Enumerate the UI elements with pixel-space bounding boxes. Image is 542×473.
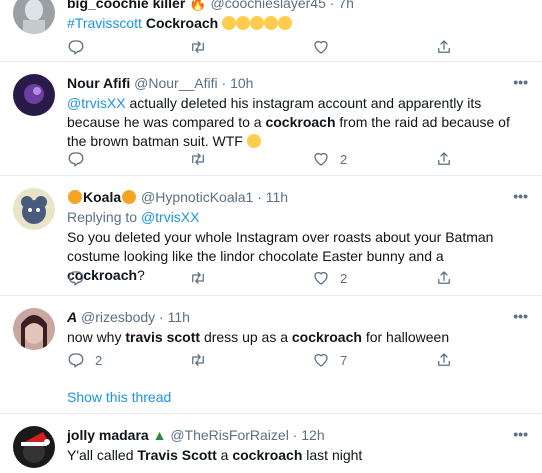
crying-emoji-icon [278,16,293,30]
crying-emoji-icon [250,16,265,30]
timestamp[interactable]: 11h [168,309,190,325]
reply-icon [67,269,85,287]
keyword: cockroach [265,114,336,130]
like-icon [312,38,330,56]
tweet[interactable]: big_coochie killer 🔥 @coochieslayer45 · … [0,0,542,62]
crying-emoji-icon [222,16,237,30]
display-name[interactable]: A [67,309,77,325]
share-icon [435,38,453,56]
crying-emoji-icon [264,16,279,30]
share-icon [435,269,453,287]
like-icon [312,269,330,287]
share-button[interactable] [435,37,453,57]
mention-link[interactable]: @trvisXX [67,95,126,111]
handle[interactable]: @coochieslayer45 [210,0,325,11]
koala-emoji-icon [68,190,82,204]
avatar[interactable] [13,426,55,468]
share-icon [435,351,453,369]
reply-button[interactable] [67,268,85,288]
text-segment: Y'all called [67,447,138,463]
like-button[interactable]: 2 [312,268,347,288]
share-button[interactable] [435,350,453,370]
timestamp[interactable]: 7h [338,0,354,11]
separator: · [257,189,262,205]
reply-button[interactable] [67,37,85,57]
reply-count: 2 [95,352,103,368]
tweet-text: now why travis scott dress up as a cockr… [67,328,524,347]
like-icon [312,150,330,168]
keyword: travis scott [125,329,201,345]
avatar[interactable] [13,0,55,34]
like-icon [312,351,330,369]
replying-to-label: Replying to [67,209,141,225]
like-count: 2 [340,270,348,286]
retweet-button[interactable] [189,149,207,169]
fire-emoji-icon: 🔥 [189,0,207,11]
avatar[interactable] [13,308,55,350]
handle[interactable]: @Nour__Afifi [134,75,217,91]
reply-icon [67,150,85,168]
reply-icon [67,351,85,369]
avatar[interactable] [13,74,55,116]
display-name[interactable]: big_coochie killer [67,0,185,11]
like-button[interactable]: 7 [312,350,347,370]
retweet-button[interactable] [189,350,207,370]
separator: · [292,427,298,443]
keyword: cockroach [232,447,303,463]
tweet[interactable]: ••• jolly madara ▲ @TheRisForRaizel · 12… [0,414,542,473]
handle[interactable]: @HypnoticKoala1 [141,189,253,205]
separator: · [221,75,227,91]
separator: · [329,0,335,11]
keyword: cockroach [291,329,362,345]
christmas-tree-icon: ▲ [152,427,167,443]
display-name[interactable]: Nour Afifi [67,75,130,91]
replying-to: Replying to @trvisXX [67,208,524,227]
tweet-text: Y'all called Travis Scott a cockroach la… [67,446,524,465]
tweet-text: @trvisXX actually deleted his instagram … [67,94,524,151]
keyword: Cockroach [145,15,219,31]
share-icon [435,150,453,168]
retweet-button[interactable] [189,37,207,57]
avatar[interactable] [13,188,55,230]
handle[interactable]: @TheRisForRaizel [170,427,288,443]
mention-link[interactable]: @trvisXX [141,209,200,225]
retweet-icon [189,38,207,56]
text-segment: for halloween [361,329,450,345]
koala-emoji-icon [122,190,137,204]
tweet[interactable]: ••• Koala @HypnoticKoala1 · 11h Replying… [0,176,542,296]
timestamp[interactable]: 11h [266,189,288,205]
retweet-icon [189,269,207,287]
reply-button[interactable]: 2 [67,350,102,370]
tweet-text: #Travisscott Cockroach [67,14,524,33]
retweet-icon [189,351,207,369]
retweet-icon [189,150,207,168]
text-segment: dress up as a [200,329,292,345]
text-segment: now why [67,329,126,345]
like-count: 7 [340,352,348,368]
like-count: 2 [340,151,348,167]
hashtag-link[interactable]: #Travisscott [67,15,142,31]
retweet-button[interactable] [189,268,207,288]
handle[interactable]: @rizesbody [81,309,155,325]
separator: · [159,309,164,325]
like-button[interactable]: 2 [312,149,347,169]
timestamp[interactable]: 10h [230,75,253,91]
share-button[interactable] [435,149,453,169]
text-segment: last night [302,447,363,463]
tweet[interactable]: ••• Nour Afifi @Nour__Afifi · 10h @trvis… [0,62,542,176]
reply-button[interactable] [67,149,85,169]
display-name[interactable]: jolly madara [67,427,149,443]
text-segment: So you deleted your whole Instagram over… [67,229,494,264]
share-button[interactable] [435,268,453,288]
crying-emoji-icon [236,16,251,30]
timestamp[interactable]: 12h [301,427,324,443]
display-name[interactable]: Koala [83,189,121,205]
show-thread-link[interactable]: Show this thread [67,389,171,405]
keyword: Travis Scott [137,447,217,463]
like-button[interactable] [312,37,330,57]
text-segment: a [216,447,233,463]
reply-icon [67,38,85,56]
neutral-emoji-icon [246,134,261,148]
